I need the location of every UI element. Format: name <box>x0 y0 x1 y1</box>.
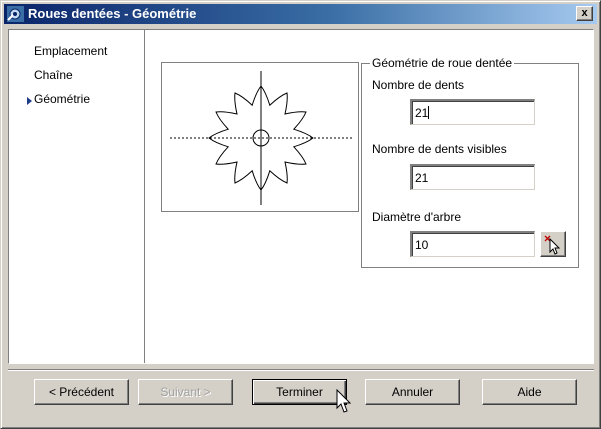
teeth-count-value: 21 <box>415 106 429 120</box>
next-button[interactable]: Suivant > <box>138 379 233 405</box>
close-button[interactable]: x <box>576 6 593 21</box>
help-button[interactable]: Aide <box>482 379 577 405</box>
visible-teeth-input[interactable]: 21 <box>410 164 535 190</box>
finish-button[interactable]: Terminer <box>252 379 347 405</box>
nav-item-chaine[interactable]: Chaîne <box>34 68 73 84</box>
pick-diameter-button[interactable] <box>540 231 566 257</box>
dialog-window: Roues dentées - Géométrie x Emplacement … <box>0 0 601 429</box>
visible-teeth-value: 21 <box>415 171 429 185</box>
teeth-count-label: Nombre de dents <box>372 78 465 92</box>
close-icon: x <box>581 7 588 19</box>
gear-drawing <box>170 71 352 205</box>
nav-divider <box>144 30 146 363</box>
text-caret <box>428 106 430 119</box>
mouse-pointer-icon <box>336 389 352 413</box>
shaft-diameter-label: Diamètre d'arbre <box>372 210 461 224</box>
shaft-diameter-input[interactable]: 10 <box>410 231 535 257</box>
shaft-diameter-value: 10 <box>415 238 429 252</box>
nav-item-emplacement[interactable]: Emplacement <box>34 44 107 60</box>
gear-preview <box>161 62 359 212</box>
current-step-arrow-icon <box>27 97 32 105</box>
button-separator <box>8 369 594 371</box>
previous-button[interactable]: < Précédent <box>34 379 129 405</box>
wizard-content: Emplacement Chaîne Géométrie Géométrie d… <box>8 29 594 364</box>
gear-geometry-group: Géométrie de roue dentée Nombre de dents… <box>361 56 579 268</box>
step-navigation: Emplacement Chaîne Géométrie <box>9 30 144 363</box>
title-bar[interactable]: Roues dentées - Géométrie x <box>4 4 597 24</box>
visible-teeth-label: Nombre de dents visibles <box>372 142 507 156</box>
nav-item-geometrie[interactable]: Géométrie <box>34 92 90 108</box>
window-title: Roues dentées - Géométrie <box>28 6 197 21</box>
pick-cursor-icon <box>544 235 561 255</box>
teeth-count-input[interactable]: 21 <box>410 99 535 125</box>
group-title: Géométrie de roue dentée <box>370 56 515 70</box>
gear-app-icon <box>7 6 24 22</box>
cancel-button[interactable]: Annuler <box>365 379 460 405</box>
